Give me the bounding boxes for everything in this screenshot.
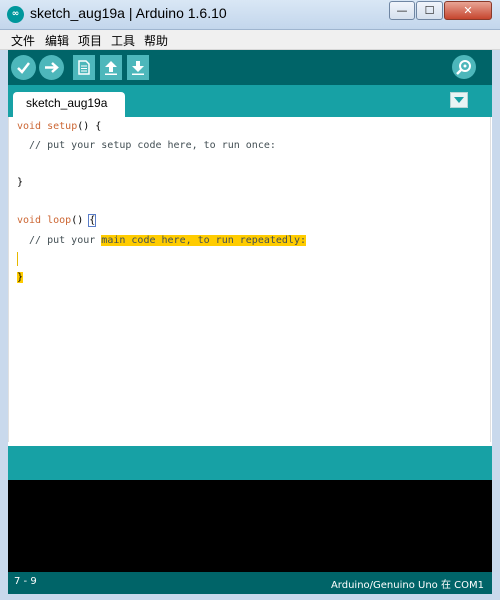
cursor-position: 7 - 9 (14, 576, 37, 587)
window-frame-left (0, 50, 8, 600)
arrow-up-icon (105, 61, 117, 75)
function-name: setup (47, 121, 78, 132)
arrow-right-icon (45, 62, 59, 73)
save-button[interactable] (127, 55, 149, 80)
document-icon (78, 60, 90, 75)
new-button[interactable] (73, 55, 95, 80)
keyword: void (17, 215, 42, 226)
code-line: // put your setup code here, to run once… (17, 140, 276, 151)
function-name: loop (47, 215, 72, 226)
magnifier-icon (456, 60, 471, 75)
console-output[interactable] (8, 480, 492, 572)
window-frame-bottom (0, 594, 500, 600)
tab-menu-button[interactable] (450, 92, 468, 108)
status-bar (8, 446, 492, 480)
code-line: void loop() { (17, 213, 97, 229)
comment-text: // put your (17, 235, 102, 246)
menu-help[interactable]: 帮助 (144, 32, 168, 49)
menu-tools[interactable]: 工具 (111, 32, 135, 49)
tab-strip: sketch_aug19a (0, 85, 500, 117)
highlighted-bracket: } (17, 272, 24, 283)
serial-monitor-button[interactable] (452, 55, 476, 79)
menu-file[interactable]: 文件 (11, 32, 35, 49)
minimize-button[interactable]: — (389, 1, 415, 20)
code-line: void setup() { (17, 119, 101, 135)
upload-button[interactable] (39, 55, 64, 80)
code-line: // put your main code here, to run repea… (17, 233, 306, 249)
arduino-logo-icon: ∞ (7, 6, 24, 23)
text-cursor (17, 252, 18, 266)
window-frame-right (492, 50, 500, 600)
code-line: } (17, 177, 24, 188)
tab-sketch[interactable]: sketch_aug19a (13, 92, 125, 117)
menu-bar: 文件 编辑 项目 工具 帮助 (0, 30, 500, 50)
arrow-down-icon (132, 61, 144, 75)
code-text: () { (77, 121, 102, 132)
footer-bar: 7 - 9 Arduino/Genuino Uno 在 COM1 (8, 572, 492, 594)
code-text: () (71, 215, 90, 226)
code-editor[interactable]: void setup() { // put your setup code he… (8, 117, 491, 442)
tab-label: sketch_aug19a (26, 96, 108, 110)
window-title: sketch_aug19a | Arduino 1.6.10 (30, 5, 227, 21)
window-title-bar[interactable]: ∞ sketch_aug19a | Arduino 1.6.10 — ☐ ✕ (0, 0, 500, 30)
maximize-button[interactable]: ☐ (416, 1, 443, 20)
board-port-label: Arduino/Genuino Uno 在 COM1 (330, 580, 484, 591)
keyword: void (17, 121, 42, 132)
code-line: } (17, 270, 24, 286)
menu-sketch[interactable]: 项目 (78, 32, 102, 49)
verify-button[interactable] (11, 55, 36, 80)
open-button[interactable] (100, 55, 122, 80)
toolbar (0, 50, 500, 85)
matched-bracket: { (88, 214, 97, 227)
checkmark-icon (17, 62, 30, 74)
highlighted-text: main code here, to run repeatedly: (101, 235, 306, 246)
triangle-down-icon (454, 97, 464, 103)
menu-edit[interactable]: 编辑 (45, 32, 69, 49)
close-button[interactable]: ✕ (444, 1, 492, 20)
